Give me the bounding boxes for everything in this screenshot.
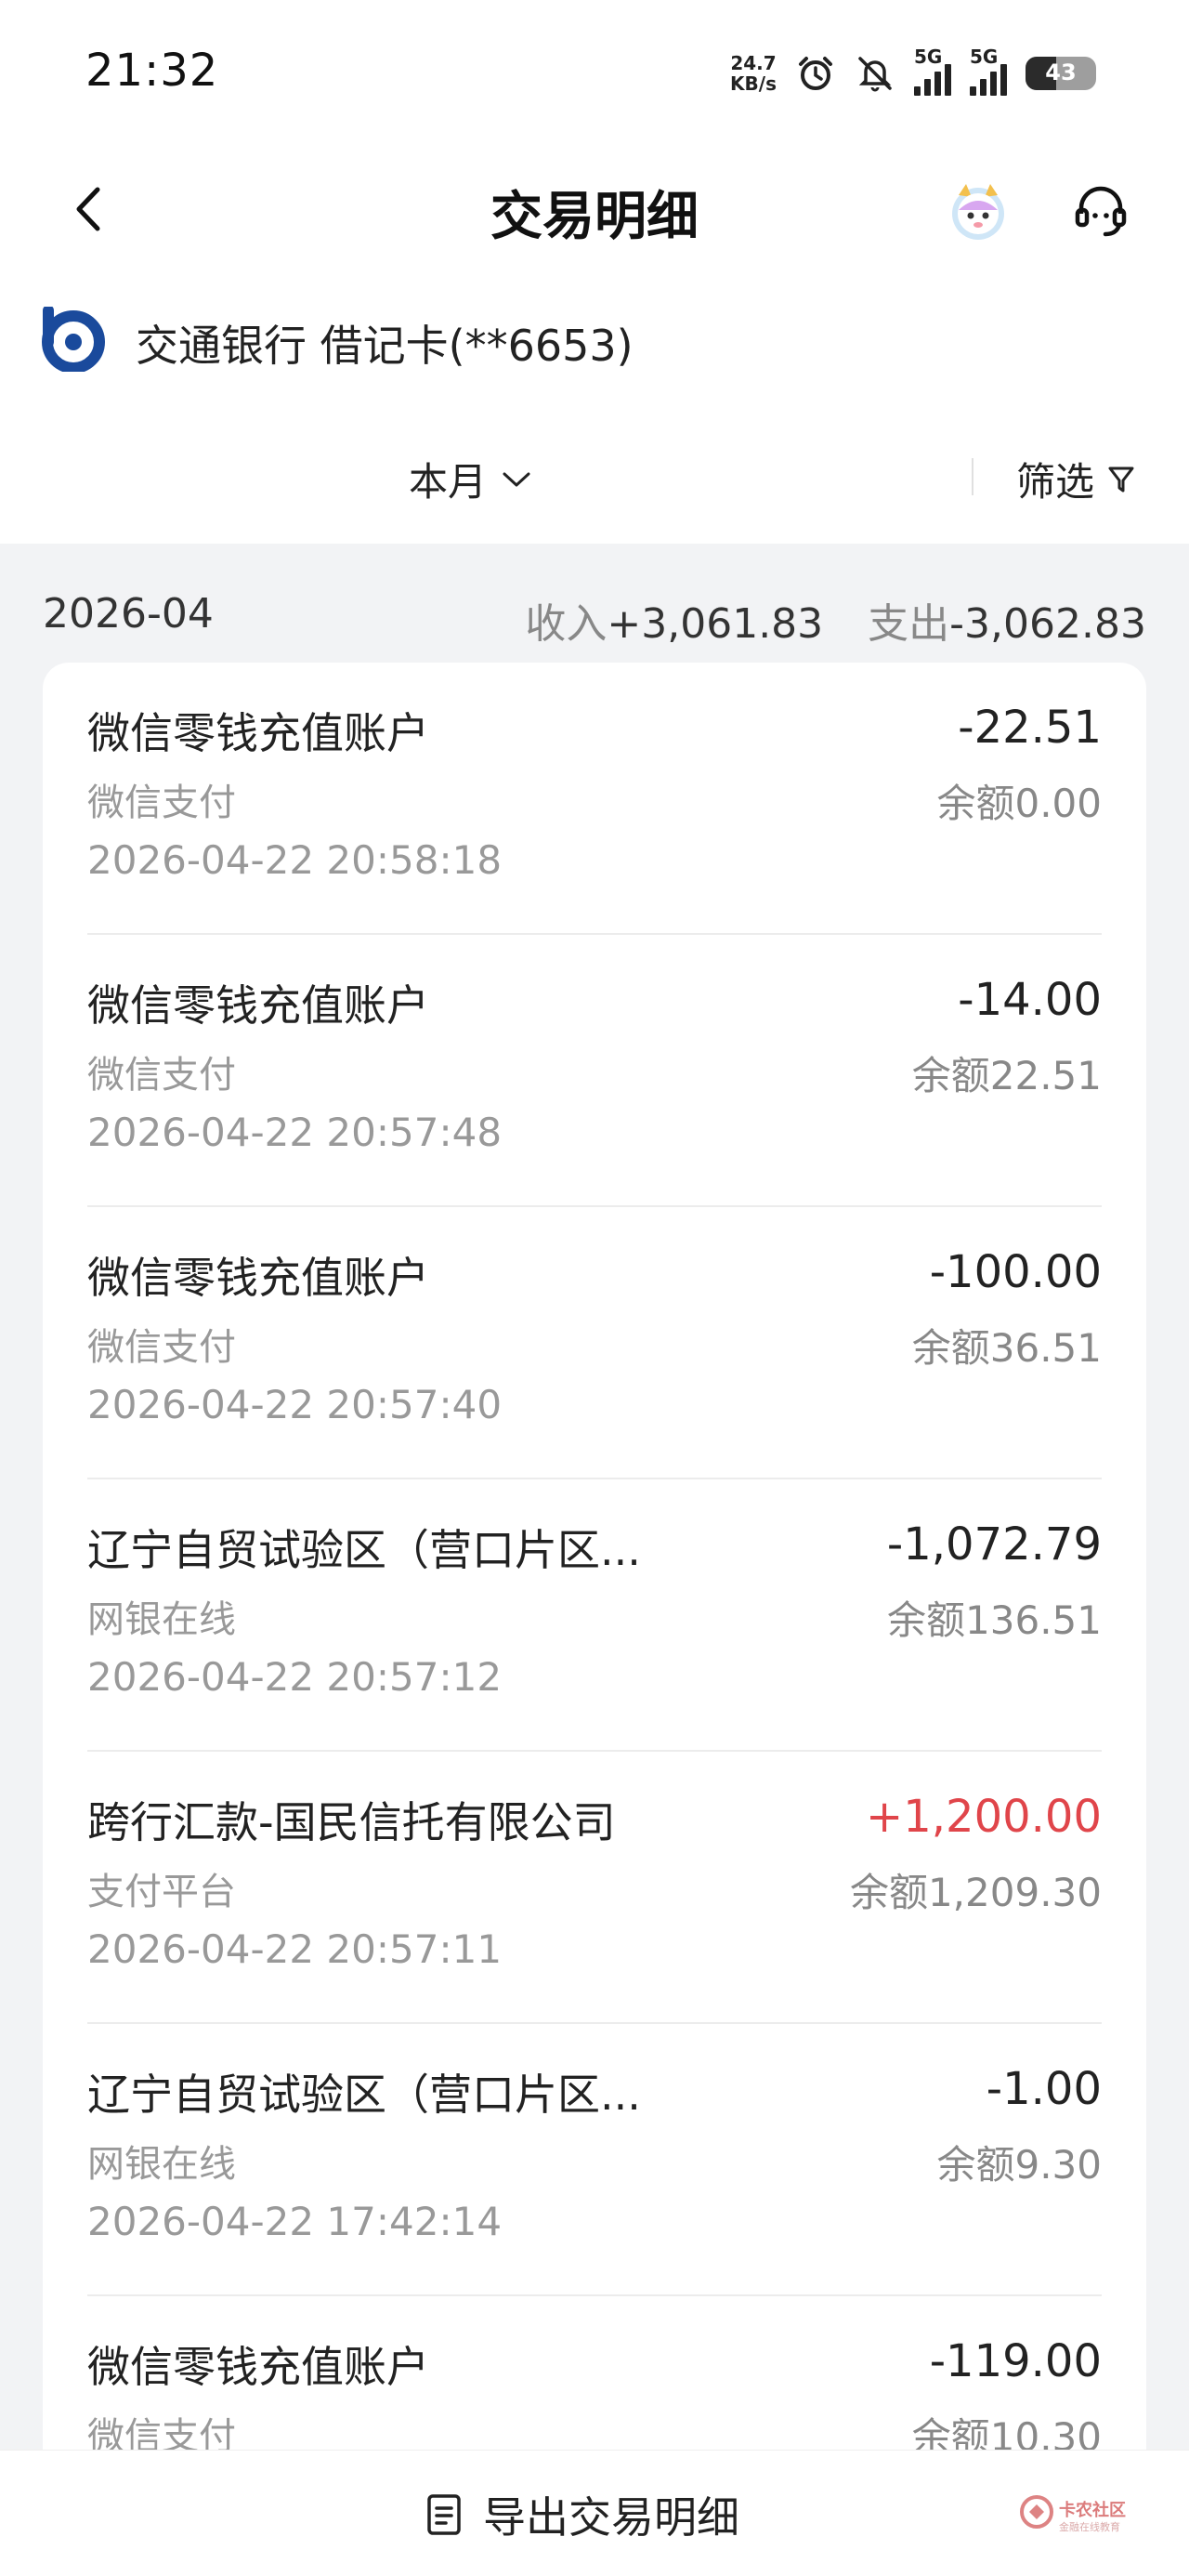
account-row[interactable]: 交通银行 借记卡(**6653) <box>0 279 1189 404</box>
watermark-text: 卡农社区 <box>1059 2501 1126 2520</box>
battery-level: 43 <box>1045 59 1077 85</box>
transaction-name: 辽宁自贸试验区（营口片区... <box>87 2070 641 2120</box>
transaction-list: 微信零钱充值账户 微信支付 2026-04-22 20:58:18 -22.51… <box>43 663 1146 2576</box>
document-icon <box>427 2494 461 2535</box>
expense-total: 支出-3,062.83 <box>868 590 1146 650</box>
transaction-amount: -1.00 <box>986 2063 1102 2115</box>
transaction-row[interactable]: 辽宁自贸试验区（营口片区... 网银在线 2026-04-22 20:57:12… <box>87 1479 1102 1752</box>
month-summary: 2026-04 收入+3,061.83 支出-3,062.83 <box>0 572 1189 655</box>
transaction-balance: 余额1,209.30 <box>849 1870 1102 1915</box>
funnel-icon <box>1108 467 1134 492</box>
filter-divider <box>972 458 973 495</box>
income-total: 收入+3,061.83 <box>525 590 823 650</box>
transaction-time: 2026-04-22 20:58:18 <box>87 837 503 883</box>
export-button[interactable]: 导出交易明细 <box>425 2484 739 2545</box>
signal-2-icon: 5G <box>970 46 1007 96</box>
watermark-icon <box>1020 2495 1053 2529</box>
watermark-logo: 卡农社区 金融在线教育 <box>1018 2493 1139 2540</box>
period-selector[interactable]: 本月 <box>409 451 531 507</box>
transaction-channel: 网银在线 <box>87 1598 236 1641</box>
transaction-amount: -119.00 <box>929 2335 1102 2387</box>
transaction-amount: -100.00 <box>929 1246 1102 1298</box>
income-label: 收入 <box>525 600 608 648</box>
transaction-amount: +1,200.00 <box>866 1791 1102 1843</box>
transaction-name: 微信零钱充值账户 <box>87 708 429 758</box>
mascot-avatar-icon[interactable] <box>946 178 1011 243</box>
mute-bell-icon <box>858 57 892 92</box>
net-speed: 24.7 KB/s <box>730 53 777 94</box>
bottom-bar: 导出交易明细 卡农社区 金融在线教育 <box>0 2450 1189 2576</box>
transaction-channel: 微信支付 <box>87 1326 236 1369</box>
transaction-name: 微信零钱充值账户 <box>87 2342 429 2392</box>
transaction-name: 辽宁自贸试验区（营口片区... <box>87 1525 641 1575</box>
transaction-row[interactable]: 微信零钱充值账户 微信支付 2026-04-22 20:58:18 -22.51… <box>87 663 1102 935</box>
filter-label: 筛选 <box>1016 459 1095 505</box>
transaction-row[interactable]: 跨行汇款-国民信托有限公司 支付平台 2026-04-22 20:57:11 +… <box>87 1752 1102 2024</box>
customer-service-icon[interactable] <box>1068 178 1133 243</box>
battery-icon: 43 <box>1026 57 1096 90</box>
net-speed-unit: KB/s <box>730 72 777 95</box>
transaction-balance: 余额0.00 <box>936 781 1102 826</box>
transaction-balance: 余额136.51 <box>887 1597 1102 1643</box>
transaction-time: 2026-04-22 20:57:12 <box>87 1654 503 1700</box>
transaction-channel: 支付平台 <box>87 1871 236 1913</box>
signal-1-label: 5G <box>914 46 943 68</box>
filter-bar: 本月 筛选 <box>0 404 1189 544</box>
transaction-amount: -1,072.79 <box>886 1518 1102 1571</box>
transaction-row[interactable]: 微信零钱充值账户 微信支付 2026-04-22 20:57:40 -100.0… <box>87 1207 1102 1479</box>
expense-value: -3,062.83 <box>949 600 1146 648</box>
transaction-row[interactable]: 辽宁自贸试验区（营口片区... 网银在线 2026-04-22 17:42:14… <box>87 2024 1102 2296</box>
income-value: +3,061.83 <box>607 600 824 648</box>
status-icons: 24.7 KB/s 5G 5G 43 <box>730 46 1096 99</box>
transaction-balance: 余额36.51 <box>911 1325 1102 1371</box>
transaction-channel: 网银在线 <box>87 2143 236 2186</box>
watermark-subtext: 金融在线教育 <box>1059 2521 1120 2533</box>
transaction-name: 微信零钱充值账户 <box>87 1253 429 1303</box>
summary-month: 2026-04 <box>43 590 214 637</box>
export-label: 导出交易明细 <box>483 2492 739 2543</box>
filter-button[interactable]: 筛选 <box>1016 451 1135 507</box>
transaction-row[interactable]: 微信零钱充值账户 微信支付 2026-04-22 20:57:48 -14.00… <box>87 935 1102 1207</box>
signal-1-icon: 5G <box>914 46 951 96</box>
account-name: 交通银行 借记卡(**6653) <box>136 321 634 371</box>
summary-totals: 收入+3,061.83 支出-3,062.83 <box>525 590 1146 650</box>
transaction-time: 2026-04-22 17:42:14 <box>87 2199 503 2244</box>
app-header: 交易明细 <box>0 139 1189 279</box>
status-bar: 21:32 24.7 KB/s 5G 5G 43 <box>0 0 1189 139</box>
net-speed-value: 24.7 <box>730 52 777 74</box>
period-label: 本月 <box>409 459 488 505</box>
status-time: 21:32 <box>85 45 219 97</box>
transaction-name: 微信零钱充值账户 <box>87 980 429 1031</box>
alarm-icon <box>799 57 832 90</box>
transaction-amount: -22.51 <box>958 702 1102 754</box>
transaction-balance: 余额22.51 <box>911 1053 1102 1098</box>
transaction-balance: 余额9.30 <box>936 2142 1102 2188</box>
chevron-down-icon <box>503 472 530 486</box>
signal-2-label: 5G <box>970 46 999 68</box>
page-title: 交易明细 <box>490 187 699 247</box>
transaction-time: 2026-04-22 20:57:40 <box>87 1382 503 1427</box>
transaction-name: 跨行汇款-国民信托有限公司 <box>87 1797 616 1847</box>
transaction-amount: -14.00 <box>958 974 1102 1026</box>
bank-logo-icon <box>42 307 105 372</box>
expense-label: 支出 <box>868 600 950 648</box>
transaction-channel: 微信支付 <box>87 1054 236 1097</box>
transaction-channel: 微信支付 <box>87 782 236 824</box>
transaction-time: 2026-04-22 20:57:48 <box>87 1110 503 1155</box>
transaction-time: 2026-04-22 20:57:11 <box>87 1926 503 1972</box>
